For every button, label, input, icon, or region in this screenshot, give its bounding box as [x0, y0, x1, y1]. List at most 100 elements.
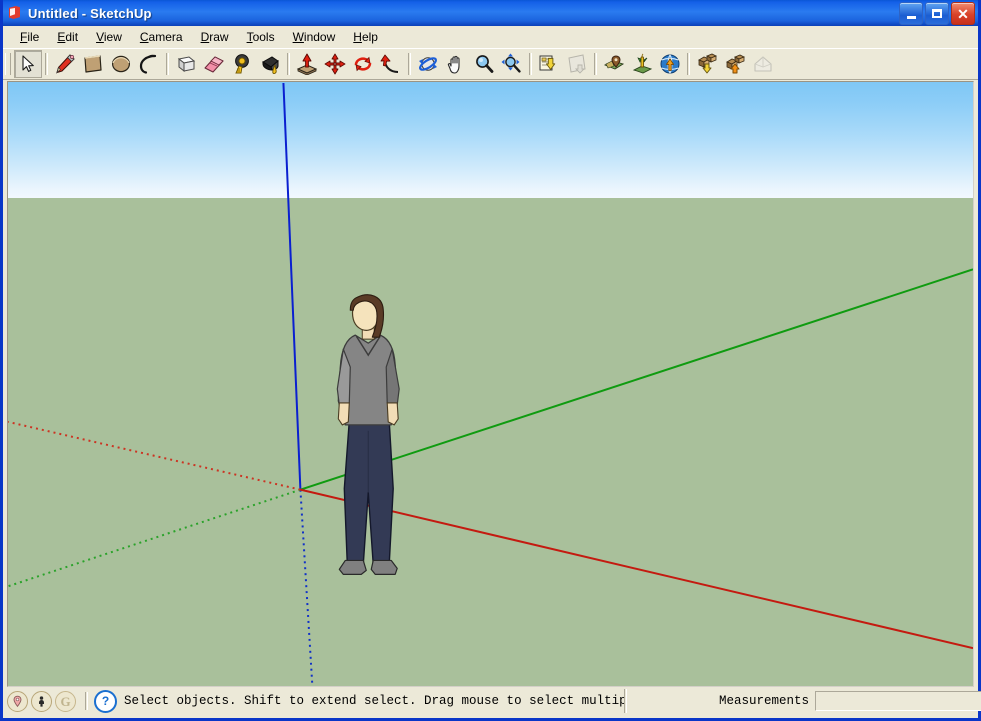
- add-location-icon: [603, 53, 625, 75]
- arc-tool[interactable]: [135, 50, 163, 78]
- follow-me-tool[interactable]: [377, 50, 405, 78]
- minimize-button[interactable]: [899, 2, 923, 25]
- menu-rest: ools: [252, 30, 275, 44]
- push-pull-icon: [296, 53, 318, 75]
- model-info-icon: [752, 53, 774, 75]
- google-g-icon[interactable]: G: [55, 690, 76, 712]
- select-icon: [18, 54, 38, 74]
- make-component-icon: [175, 53, 197, 75]
- maximize-button[interactable]: [925, 2, 949, 25]
- menu-rest: amera: [148, 30, 183, 44]
- orbit-icon: [417, 53, 439, 75]
- paint-bucket-icon: [259, 53, 281, 75]
- share-model-button[interactable]: [721, 50, 749, 78]
- toolbar-grip[interactable]: [5, 53, 11, 75]
- move-tool[interactable]: [321, 50, 349, 78]
- rotate-icon: [352, 53, 374, 75]
- scale-person-icon[interactable]: [31, 690, 52, 712]
- window-controls: ✕: [899, 2, 975, 25]
- add-location-button[interactable]: [600, 50, 628, 78]
- close-icon: ✕: [957, 5, 969, 22]
- model-info-button: [749, 50, 777, 78]
- rectangle-icon: [82, 53, 104, 75]
- tape-measure-icon: [231, 53, 253, 75]
- orbit-tool[interactable]: [414, 50, 442, 78]
- share-component-button[interactable]: [656, 50, 684, 78]
- menu-item-camera[interactable]: Camera: [131, 28, 192, 46]
- zoom-extents-icon: [501, 53, 523, 75]
- follow-me-icon: [380, 53, 402, 75]
- status-divider-2: [624, 689, 627, 713]
- rectangle-tool[interactable]: [79, 50, 107, 78]
- circle-icon: [110, 53, 132, 75]
- previous-view-button[interactable]: [535, 50, 563, 78]
- get-models-icon: [696, 53, 718, 75]
- get-models-button[interactable]: [693, 50, 721, 78]
- circle-tool[interactable]: [107, 50, 135, 78]
- modeling-viewport[interactable]: [7, 81, 974, 687]
- rotate-tool[interactable]: [349, 50, 377, 78]
- close-button[interactable]: ✕: [951, 2, 975, 25]
- sketchup-main-window: Untitled - SketchUp ✕ File Edit View Camera…: [0, 0, 981, 721]
- menu-accel: H: [353, 30, 362, 44]
- eraser-tool[interactable]: [200, 50, 228, 78]
- toolbar-separator: [594, 53, 597, 75]
- share-component-icon: [659, 53, 681, 75]
- menu-item-file[interactable]: File: [11, 28, 48, 46]
- window-title: Untitled - SketchUp: [28, 5, 152, 21]
- tape-measure-tool[interactable]: [228, 50, 256, 78]
- next-view-button: [563, 50, 591, 78]
- previous-view-icon: [538, 53, 560, 75]
- red-axis-positive: [300, 488, 973, 650]
- share-model-icon: [724, 53, 746, 75]
- push-pull-tool[interactable]: [293, 50, 321, 78]
- next-view-icon: [566, 53, 588, 75]
- geo-location-icon[interactable]: [7, 690, 28, 712]
- menu-bar: File Edit View Camera Draw Tools Window Help: [3, 26, 978, 48]
- paint-bucket-tool[interactable]: [256, 50, 284, 78]
- zoom-icon: [473, 53, 495, 75]
- toolbar-separator: [408, 53, 411, 75]
- status-divider-1: [85, 692, 88, 710]
- menu-accel: C: [139, 30, 149, 44]
- measurements-input[interactable]: [815, 691, 981, 711]
- line-tool[interactable]: [51, 50, 79, 78]
- menu-item-tools[interactable]: Tools: [238, 28, 284, 46]
- menu-item-window[interactable]: Window: [284, 28, 345, 46]
- green-axis-positive: [300, 268, 973, 491]
- menu-rest: dit: [65, 30, 79, 44]
- status-bar: G ? Select objects. Shift to extend sele…: [3, 687, 981, 715]
- toolbar-separator: [529, 53, 532, 75]
- menu-item-edit[interactable]: Edit: [48, 28, 87, 46]
- scale-figure-component: [336, 294, 400, 575]
- select-tool[interactable]: [14, 50, 42, 78]
- toolbar-separator: [687, 53, 690, 75]
- red-axis-negative: [8, 420, 301, 491]
- toolbar-separator: [45, 53, 48, 75]
- make-component-tool[interactable]: [172, 50, 200, 78]
- model-scene: [8, 82, 973, 686]
- measurements-label: Measurements: [719, 694, 810, 708]
- sketchup-logo-icon: [7, 5, 23, 21]
- menu-item-view[interactable]: View: [87, 28, 131, 46]
- blue-axis-negative: [299, 489, 314, 686]
- help-icon[interactable]: ?: [94, 689, 117, 713]
- menu-item-draw[interactable]: Draw: [192, 28, 238, 46]
- zoom-extents-tool[interactable]: [498, 50, 526, 78]
- menu-accel: V: [96, 30, 104, 44]
- toggle-terrain-icon: [631, 53, 653, 75]
- zoom-tool[interactable]: [470, 50, 498, 78]
- menu-accel: W: [292, 30, 304, 44]
- blue-axis-positive: [282, 82, 302, 490]
- menu-rest: indow: [303, 30, 336, 44]
- eraser-icon: [203, 53, 225, 75]
- toggle-terrain-button[interactable]: [628, 50, 656, 78]
- green-axis-negative: [8, 488, 301, 588]
- arc-icon: [138, 53, 160, 75]
- menu-rest: raw: [209, 30, 229, 44]
- pan-tool[interactable]: [442, 50, 470, 78]
- menu-rest: iew: [103, 30, 122, 44]
- menu-rest: elp: [361, 30, 378, 44]
- axes-group: [8, 82, 973, 686]
- menu-item-help[interactable]: Help: [344, 28, 387, 46]
